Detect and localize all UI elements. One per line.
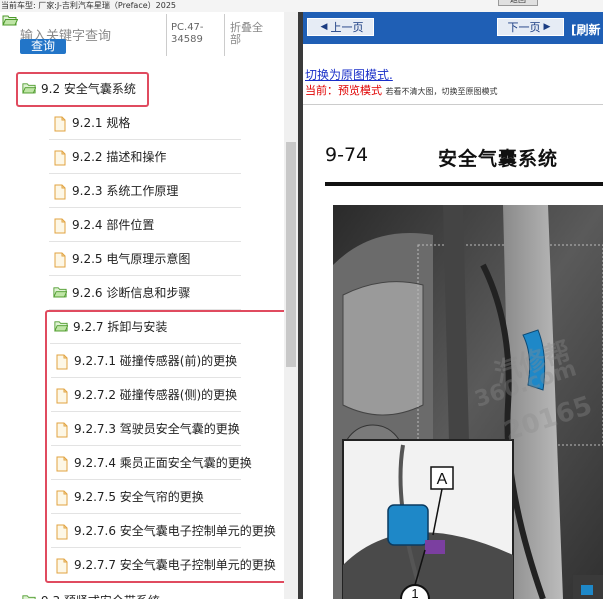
tree-item[interactable]: 9.3 预紧式安全带系统: [22, 584, 282, 599]
current-mode-value: 预览模式: [338, 84, 382, 97]
top-corner-button[interactable]: 返回: [498, 0, 538, 6]
document-icon: [53, 218, 67, 233]
title-rule: [325, 182, 603, 186]
vehicle-info-text: 当前车型: 厂家:J-吉利汽车星瑞（Preface）2025: [1, 1, 177, 10]
document-viewer: ◀ 上一页 下一页 ▶ [刷新 切换为原图模式. 当前：预览模式 若看不清大图，…: [303, 12, 603, 599]
tree-item-label: 9.2.5 电气原理示意图: [72, 252, 191, 266]
prev-page-label: 上一页: [330, 21, 364, 34]
folder-open-icon: [2, 15, 18, 26]
collapse-all-link[interactable]: 折叠全部: [230, 22, 270, 46]
current-mode-hint: 若看不清大图，切换至原图模式: [385, 87, 498, 96]
next-page-label: 下一页: [507, 21, 541, 34]
divider: [224, 14, 225, 56]
tree-item-label: 9.2.1 规格: [72, 116, 131, 130]
arrow-left-icon: ◀: [320, 22, 328, 32]
folder-open-icon: [53, 286, 68, 300]
arrow-right-icon: ▶: [543, 22, 551, 32]
vehicle-info-bar: 当前车型: 厂家:J-吉利汽车星瑞（Preface）2025 返回: [0, 0, 603, 12]
tree-item[interactable]: 9.2.4 部件位置: [53, 208, 282, 241]
highlight-box-subsection: [45, 310, 290, 583]
prev-page-button[interactable]: ◀ 上一页: [307, 18, 374, 36]
search-area: 输入关键字查询 查询 PC.47-34589 折叠全部: [0, 12, 298, 60]
callout-number: 1: [411, 586, 418, 599]
document-icon: [53, 116, 67, 131]
tree-item[interactable]: 9.2.3 系统工作原理: [53, 174, 282, 207]
page-nav-bar: ◀ 上一页 下一页 ▶ [刷新: [303, 12, 603, 44]
tree-item[interactable]: 9.2.1 规格: [53, 106, 282, 139]
tree-item[interactable]: 9.2.6 诊断信息和步骤: [53, 276, 282, 309]
current-mode-line: 当前：预览模式 若看不清大图，切换至原图模式: [305, 82, 498, 98]
document-icon: [53, 252, 67, 267]
next-page-button[interactable]: 下一页 ▶: [497, 18, 564, 36]
tree-item-label: 9.2.4 部件位置: [72, 218, 155, 232]
highlight-box-section: [16, 72, 149, 107]
page-title: 安全气囊系统: [438, 148, 559, 170]
document-icon: [53, 150, 67, 165]
tree-item-label: 9.2.2 描述和操作: [72, 150, 167, 164]
switch-original-mode-link[interactable]: 切换为原图模式.: [305, 66, 393, 83]
refresh-link[interactable]: [刷新: [571, 21, 601, 38]
document-icon: [53, 184, 67, 199]
tree-item[interactable]: 9.2.2 描述和操作: [53, 140, 282, 173]
divider: [303, 104, 603, 105]
divider: [166, 14, 167, 56]
tree-item[interactable]: 9.2.5 电气原理示意图: [53, 242, 282, 275]
current-mode-label: 当前：: [305, 84, 338, 97]
tree-item-label: 9.2.3 系统工作原理: [72, 184, 179, 198]
folder-open-icon: [22, 594, 37, 599]
query-button[interactable]: 查询: [20, 39, 66, 54]
toc-scrollbar-thumb[interactable]: [286, 142, 296, 367]
toc-pane: 输入关键字查询 查询 PC.47-34589 折叠全部 9.2 安全气囊系统 9.…: [0, 12, 298, 599]
callout-letter: A: [437, 471, 448, 488]
tree-item-label: 9.3 预紧式安全带系统: [41, 592, 160, 599]
doc-number: PC.47-34589: [171, 22, 204, 45]
page-number: 9-74: [325, 144, 369, 166]
tree-item-label: 9.2.6 诊断信息和步骤: [72, 286, 191, 300]
app-window: 当前车型: 厂家:J-吉利汽车星瑞（Preface）2025 返回 输入关键字查…: [0, 0, 603, 599]
